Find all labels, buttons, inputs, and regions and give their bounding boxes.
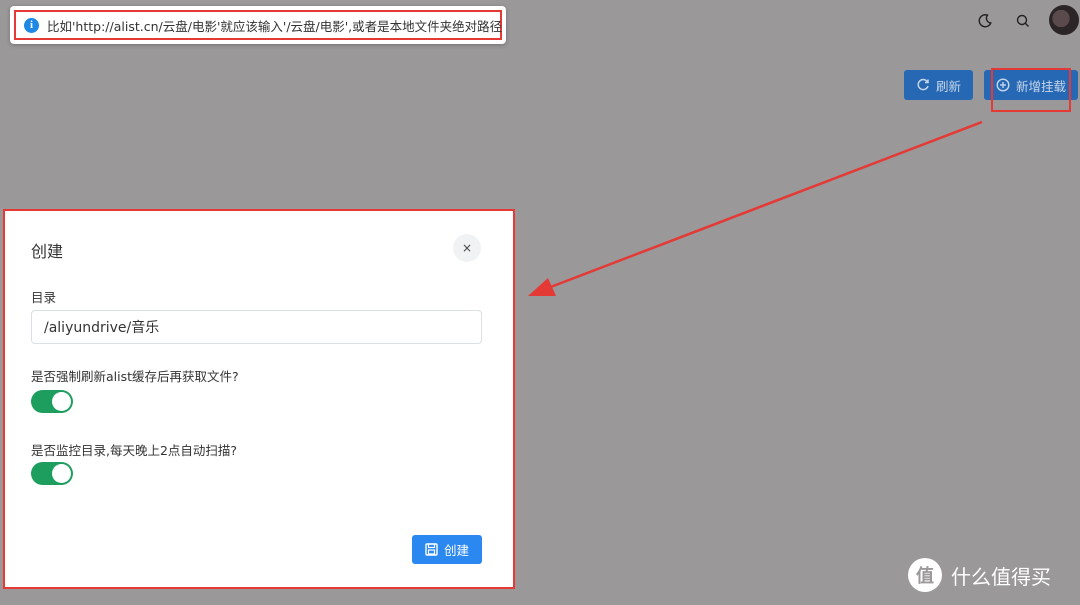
- toggle-knob: [52, 392, 71, 411]
- force-refresh-label: 是否强制刷新alist缓存后再获取文件?: [31, 369, 239, 384]
- force-refresh-toggle[interactable]: [31, 390, 73, 413]
- directory-label: 目录: [31, 290, 57, 305]
- toggle-knob: [52, 464, 71, 483]
- monitor-toggle[interactable]: [31, 462, 73, 485]
- close-button[interactable]: ×: [453, 234, 481, 262]
- watermark-logo: 值: [908, 558, 942, 592]
- watermark-text: 什么值得买: [951, 564, 1051, 589]
- monitor-label: 是否监控目录,每天晚上2点自动扫描?: [31, 443, 238, 458]
- watermark: 值 什么值得买: [908, 558, 1051, 592]
- create-modal: [3, 209, 515, 589]
- save-icon: [425, 543, 438, 556]
- directory-input[interactable]: [31, 310, 482, 344]
- create-button-label: 创建: [443, 543, 469, 558]
- modal-title: 创建: [31, 242, 64, 261]
- close-icon: ×: [461, 241, 473, 255]
- create-button[interactable]: 创建: [412, 535, 482, 564]
